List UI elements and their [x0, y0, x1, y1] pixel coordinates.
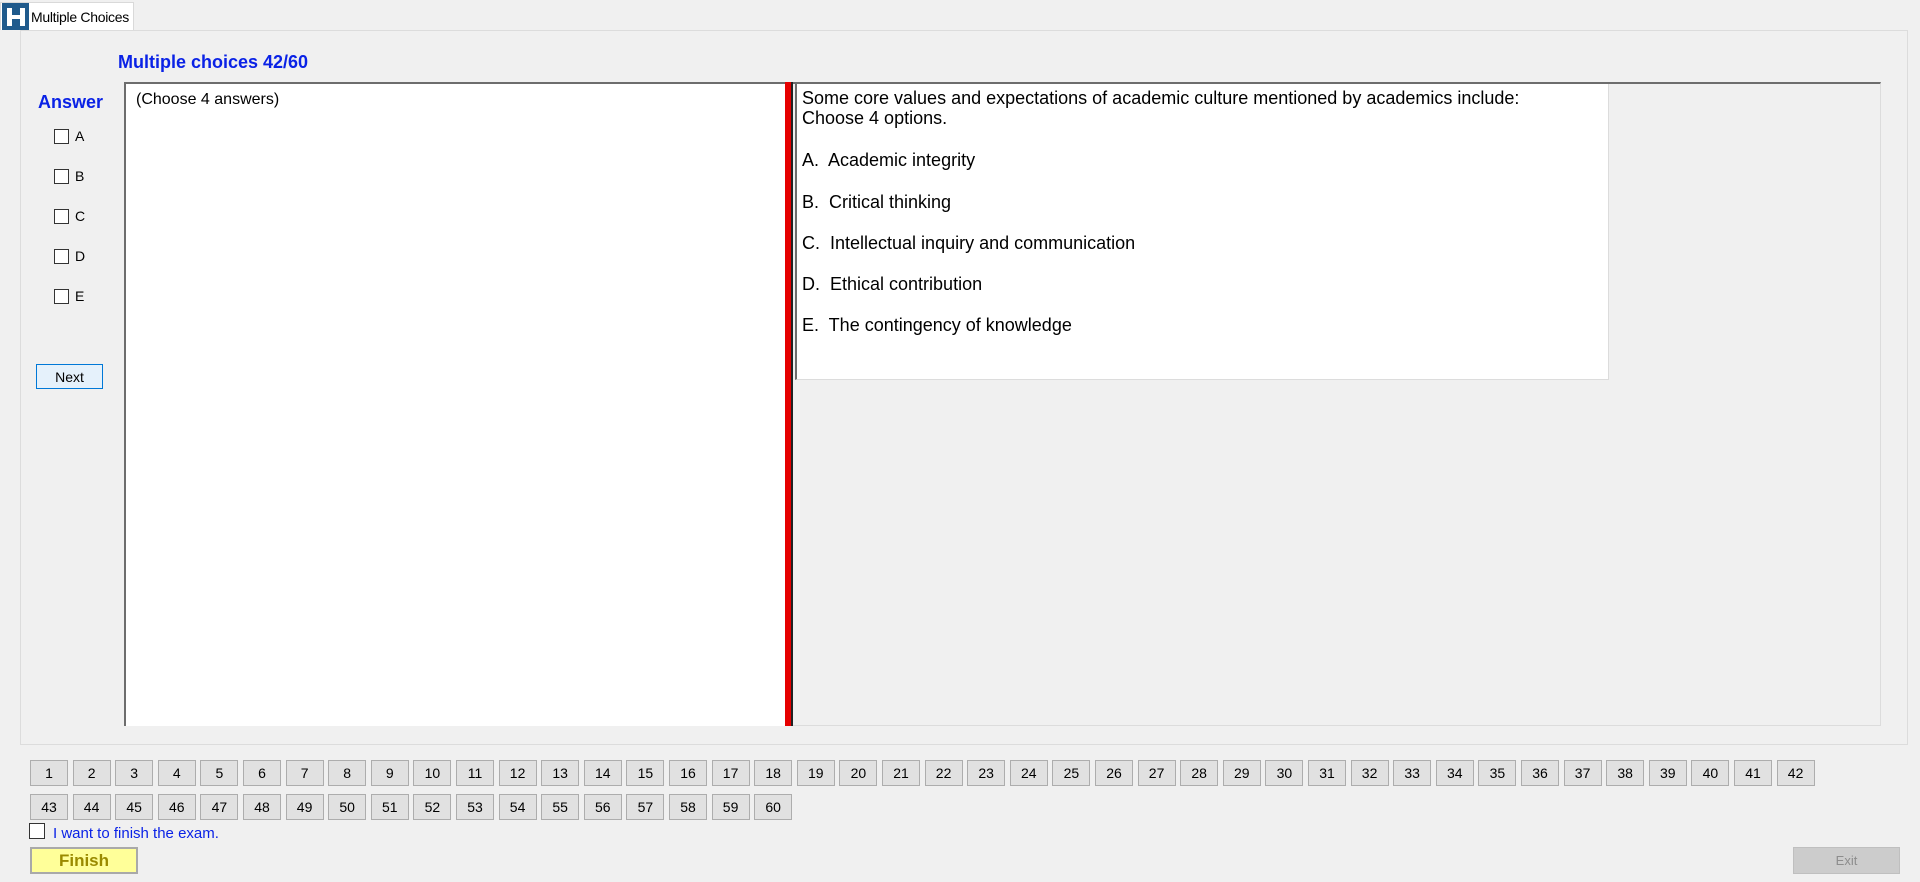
answer-hint: (Choose 4 answers) — [136, 91, 280, 108]
question-number-button[interactable]: 30 — [1265, 760, 1304, 786]
checkbox-e[interactable] — [54, 288, 69, 304]
checkbox-a[interactable] — [54, 128, 69, 144]
question-number-button[interactable]: 23 — [967, 760, 1006, 786]
tab-multiple-choices[interactable]: Multiple Choices — [0, 2, 134, 30]
question-number-button[interactable]: 38 — [1606, 760, 1645, 786]
question-number-button[interactable]: 11 — [456, 760, 494, 786]
question-number-button[interactable]: 8 — [328, 760, 367, 786]
question-text: Some core values and expectations of aca… — [802, 88, 1519, 128]
question-number-button[interactable]: 50 — [328, 794, 367, 820]
finish-button[interactable]: Finish — [30, 847, 138, 874]
exit-button[interactable]: Exit — [1793, 847, 1900, 874]
question-number-button[interactable]: 46 — [157, 794, 196, 820]
question-option-d: D. Ethical contribution — [802, 274, 983, 294]
answer-option-a[interactable]: A — [54, 126, 84, 146]
question-number-button[interactable]: 3 — [115, 760, 154, 786]
question-number-button[interactable]: 53 — [456, 794, 494, 820]
question-option-a: A. Academic integrity — [802, 150, 976, 170]
page-title: Multiple choices 42/60 — [118, 52, 309, 72]
question-number-button[interactable]: 41 — [1734, 760, 1772, 786]
question-number-button[interactable]: 7 — [285, 760, 324, 786]
question-number-button[interactable]: 37 — [1563, 760, 1602, 786]
question-option-b: B. Critical thinking — [802, 192, 952, 212]
answer-title: Answer — [38, 92, 104, 112]
question-number-button[interactable]: 6 — [243, 760, 281, 786]
question-number-button[interactable]: 27 — [1137, 760, 1176, 786]
question-number-button[interactable]: 5 — [200, 760, 239, 786]
question-number-button[interactable]: 58 — [669, 794, 707, 820]
question-number-button[interactable]: 42 — [1776, 760, 1815, 786]
question-number-button[interactable]: 55 — [541, 794, 580, 820]
question-number-button[interactable]: 28 — [1180, 760, 1219, 786]
app-logo-icon — [2, 3, 29, 30]
question-box: Some core values and expectations of aca… — [795, 84, 1609, 380]
question-number-button[interactable]: 17 — [711, 760, 750, 786]
answer-option-d[interactable]: D — [54, 246, 85, 266]
question-number-button[interactable]: 10 — [413, 760, 452, 786]
question-number-button[interactable]: 33 — [1393, 760, 1432, 786]
answer-option-label: D — [75, 248, 86, 264]
question-number-button[interactable]: 60 — [754, 794, 793, 820]
question-number-button[interactable]: 18 — [754, 760, 793, 786]
question-number-button[interactable]: 35 — [1478, 760, 1517, 786]
question-option-c: C. Intellectual inquiry and communicatio… — [802, 233, 1136, 253]
question-number-button[interactable]: 48 — [243, 794, 281, 820]
question-number-button[interactable]: 4 — [157, 760, 196, 786]
checkbox-b[interactable] — [54, 168, 69, 184]
tab-label: Multiple Choices — [31, 8, 129, 25]
question-number-button[interactable]: 51 — [370, 794, 409, 820]
question-number-button[interactable]: 24 — [1009, 760, 1048, 786]
question-number-button[interactable]: 2 — [72, 760, 111, 786]
question-number-button[interactable]: 40 — [1691, 760, 1730, 786]
question-number-button[interactable]: 13 — [541, 760, 580, 786]
answer-option-label: A — [75, 128, 85, 144]
question-line-1: Some core values and expectations of aca… — [802, 88, 1520, 108]
question-number-button[interactable]: 52 — [413, 794, 452, 820]
question-number-button[interactable]: 54 — [498, 794, 537, 820]
question-number-button[interactable]: 16 — [669, 760, 707, 786]
question-number-button[interactable]: 21 — [882, 760, 920, 786]
checkbox-c[interactable] — [54, 208, 69, 224]
question-number-button[interactable]: 56 — [583, 794, 622, 820]
question-number-button[interactable]: 15 — [626, 760, 665, 786]
question-number-button[interactable]: 9 — [370, 760, 409, 786]
answer-panel[interactable]: (Choose 4 answers) — [124, 82, 785, 726]
question-number-button[interactable]: 26 — [1095, 760, 1133, 786]
finish-exam-checkbox[interactable] — [29, 823, 45, 839]
answer-option-c[interactable]: C — [54, 206, 85, 226]
answer-option-b[interactable]: B — [54, 166, 84, 186]
answer-option-label: B — [75, 168, 85, 184]
question-number-button[interactable]: 20 — [839, 760, 878, 786]
question-option-e: E. The contingency of knowledge — [802, 315, 1072, 335]
question-number-button[interactable]: 1 — [30, 760, 68, 786]
finish-exam-label[interactable]: I want to finish the exam. — [53, 825, 219, 842]
answer-option-label: E — [75, 288, 85, 304]
question-number-button[interactable]: 36 — [1521, 760, 1559, 786]
question-number-button[interactable]: 44 — [72, 794, 111, 820]
question-line-2: Choose 4 options. — [802, 108, 948, 128]
question-number-button[interactable]: 59 — [711, 794, 750, 820]
question-number-button[interactable]: 57 — [626, 794, 665, 820]
question-number-button[interactable]: 12 — [498, 760, 537, 786]
question-number-button[interactable]: 49 — [285, 794, 324, 820]
question-number-button[interactable]: 45 — [115, 794, 154, 820]
answer-option-label: C — [75, 208, 86, 224]
question-number-button[interactable]: 25 — [1052, 760, 1091, 786]
question-number-button[interactable]: 34 — [1435, 760, 1474, 786]
question-number-button[interactable]: 39 — [1648, 760, 1687, 786]
question-number-button[interactable]: 19 — [796, 760, 835, 786]
question-number-button[interactable]: 47 — [200, 794, 239, 820]
question-number-button[interactable]: 43 — [30, 794, 68, 820]
question-number-button[interactable]: 29 — [1222, 760, 1261, 786]
question-number-button[interactable]: 31 — [1308, 760, 1346, 786]
answer-option-e[interactable]: E — [54, 286, 84, 306]
next-button[interactable]: Next — [36, 364, 103, 389]
checkbox-d[interactable] — [54, 248, 69, 264]
question-number-button[interactable]: 32 — [1350, 760, 1389, 786]
question-number-button[interactable]: 22 — [924, 760, 963, 786]
question-number-button[interactable]: 14 — [583, 760, 622, 786]
